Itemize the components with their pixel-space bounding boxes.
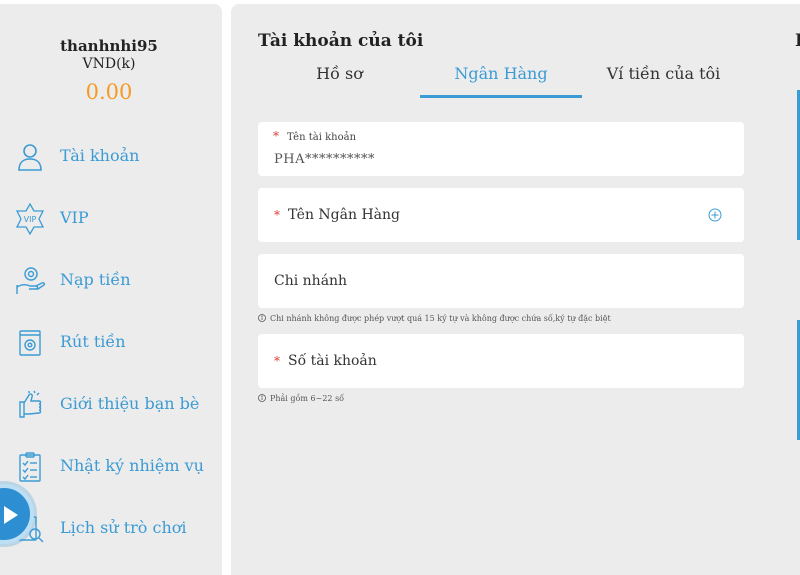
main-panel: Tài khoản của tôi I Hồ sơ Ngân Hàng Ví t… [231, 4, 800, 575]
sidebar-item-task-log[interactable]: Nhật ký nhiệm vụ [0, 441, 222, 493]
info-icon [258, 394, 266, 402]
account-number-hint-text: Phải gồm 6~22 số [270, 394, 345, 403]
currency-label: VND(k) [82, 56, 136, 72]
sidebar-item-label: Rút tiền [60, 332, 126, 351]
user-icon [12, 139, 48, 175]
plus-circle-icon[interactable] [708, 208, 722, 222]
branch-field[interactable]: Chi nhánh [258, 254, 744, 308]
deposit-icon [12, 263, 48, 299]
sidebar-item-withdraw[interactable]: Rút tiền [0, 317, 222, 369]
required-mark: * [274, 354, 280, 368]
info-icon [258, 314, 266, 322]
sidebar-item-label: Giới thiệu bạn bè [60, 394, 200, 413]
tab-label: Hồ sơ [316, 64, 363, 83]
vip-badge-icon: VIP [12, 201, 48, 237]
refer-friend-icon [12, 387, 48, 423]
branch-label: Chi nhánh [274, 273, 348, 289]
task-log-icon [12, 449, 48, 485]
account-name-value: PHA********** [274, 152, 375, 167]
account-number-hint: Phải gồm 6~22 số [258, 394, 344, 403]
tab-bank[interactable]: Ngân Hàng [420, 62, 582, 98]
sidebar-item-account[interactable]: Tài khoản [0, 131, 222, 183]
sidebar-item-vip[interactable]: VIP VIP [0, 193, 222, 245]
sidebar-item-label: VIP [60, 208, 89, 227]
account-name-label: Tên tài khoản [287, 132, 357, 143]
branch-hint: Chi nhánh không được phép vượt quá 15 ký… [258, 314, 611, 323]
sidebar: thanhnhi95 VND(k) 0.00 Tài khoản VIP VIP [0, 4, 222, 575]
cut-off-heading: I [795, 31, 800, 51]
sidebar-item-label: Nhật ký nhiệm vụ [60, 456, 204, 475]
tab-my-wallet[interactable]: Ví tiền của tôi [582, 62, 745, 98]
bank-name-field[interactable]: * Tên Ngân Hàng [258, 188, 744, 242]
username: thanhnhi95 [60, 37, 158, 55]
sidebar-item-refer-friend[interactable]: Giới thiệu bạn bè [0, 379, 222, 431]
sidebar-item-label: Lịch sử trò chơi [60, 518, 187, 537]
account-name-field[interactable]: * Tên tài khoản PHA********** [258, 122, 744, 176]
account-number-field[interactable]: * Số tài khoản [258, 334, 744, 388]
sidebar-item-label: Nạp tiền [60, 270, 131, 289]
sidebar-item-label: Tài khoản [60, 146, 140, 165]
required-mark: * [274, 208, 280, 222]
arrow-right-icon [4, 506, 18, 524]
tab-profile[interactable]: Hồ sơ [258, 62, 421, 98]
branch-hint-text: Chi nhánh không được phép vượt quá 15 ký… [270, 314, 611, 323]
page-title: Tài khoản của tôi [258, 31, 424, 51]
tab-bar: Hồ sơ Ngân Hàng Ví tiền của tôi [258, 62, 745, 98]
required-mark: * [273, 129, 279, 143]
bank-name-label: Tên Ngân Hàng [288, 207, 400, 223]
svg-text:VIP: VIP [24, 215, 37, 224]
withdraw-icon [12, 325, 48, 361]
tab-label: Ví tiền của tôi [606, 64, 721, 83]
balance-value: 0.00 [85, 80, 133, 104]
sidebar-item-deposit[interactable]: Nạp tiền [0, 255, 222, 307]
account-number-label: Số tài khoản [288, 353, 377, 369]
tab-label: Ngân Hàng [454, 64, 548, 83]
